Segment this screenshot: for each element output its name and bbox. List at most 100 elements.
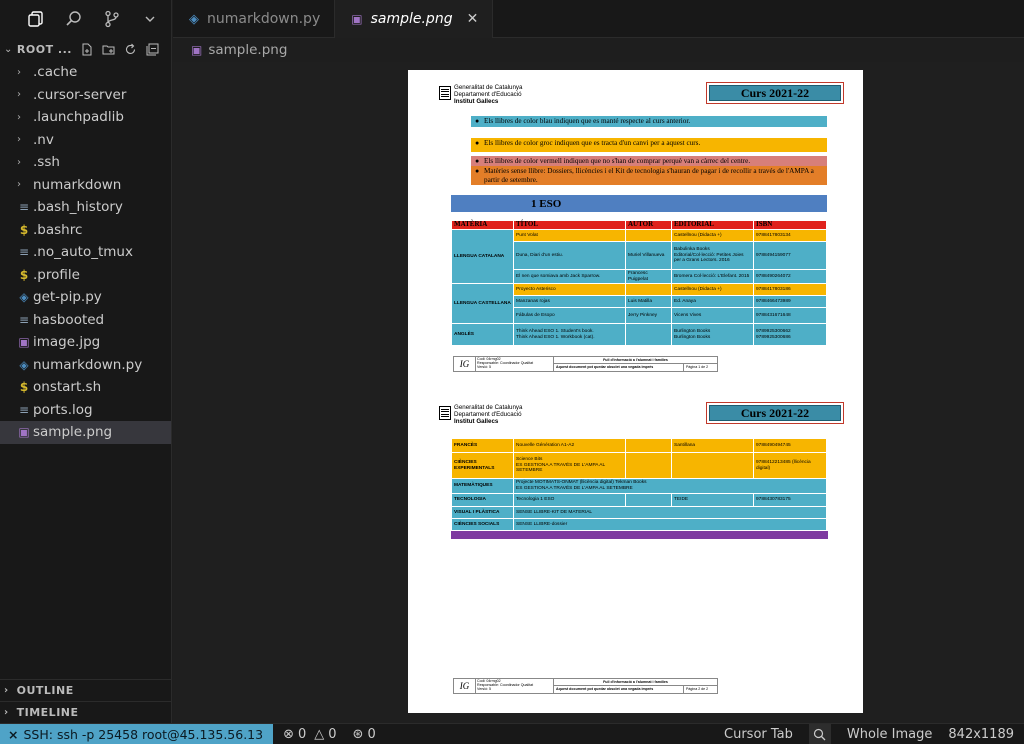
tree-item[interactable]: $ onstart.sh <box>0 376 171 399</box>
tree-item[interactable]: ◈ numarkdown.py <box>0 354 171 377</box>
source-control-icon[interactable] <box>102 9 122 29</box>
tab-bar: ◈ numarkdown.py ▣ sample.png ✕ <box>173 0 1024 38</box>
tree-item[interactable]: ≡ ports.log <box>0 399 171 422</box>
isbn-cell: 9788466473989 <box>753 295 827 308</box>
tree-item[interactable]: ▣ image.jpg <box>0 331 171 354</box>
publisher-cell: Santillana <box>671 438 754 453</box>
title-cell: SENSE LLIBRE-KIT DE MATERIAL <box>513 506 827 519</box>
author-cell: Francesc Puigpelat <box>625 269 672 284</box>
tab-label: numarkdown.py <box>207 11 321 27</box>
tree-item[interactable]: › .nv <box>0 129 171 152</box>
publisher-cell <box>671 452 754 479</box>
subject-cell: ANGLÈS <box>451 323 514 346</box>
tree-item[interactable]: ≡ .no_auto_tmux <box>0 241 171 264</box>
text-file-icon: ≡ <box>18 312 30 327</box>
tree-item-label: .profile <box>33 266 80 283</box>
remote-indicator[interactable]: ⨯ SSH: ssh -p 25458 root@45.135.56.13 <box>0 723 274 744</box>
title-cell: Manzanas rojas <box>513 295 626 308</box>
title-cell: Punt Volat <box>513 229 626 242</box>
zoom-level[interactable]: Whole Image <box>847 727 933 742</box>
table-header: TÍTOL <box>513 220 626 230</box>
chevron-right-icon: › <box>17 156 21 168</box>
publisher-cell: Vicens Vives <box>671 307 754 324</box>
legend-text: Els llibres de color blau indiquen que e… <box>484 117 691 125</box>
footer-title: Full d'informació a l'alumnat i famílies <box>554 357 717 365</box>
chevron-down-icon[interactable] <box>140 9 160 29</box>
breadcrumb[interactable]: ▣ sample.png <box>173 38 287 62</box>
ports-indicator[interactable]: ⊛ 0 <box>353 727 376 742</box>
tree-item[interactable]: › .cursor-server <box>0 84 171 107</box>
legend-text: Els llibres de color vermell indiquen qu… <box>484 157 751 165</box>
python-icon: ◈ <box>189 11 199 27</box>
footer-version: Versió: 5 <box>477 687 491 692</box>
tree-item[interactable]: › .cache <box>0 61 171 84</box>
text-file-icon: ≡ <box>18 402 30 417</box>
tab-numarkdown-py[interactable]: ◈ numarkdown.py <box>173 0 336 38</box>
tab-label: sample.png <box>370 11 453 27</box>
new-folder-icon[interactable] <box>102 42 116 56</box>
tree-item[interactable]: $ .profile <box>0 264 171 287</box>
table-row: ANGLÈS Think Ahead ESO 1. Student's book… <box>451 323 827 346</box>
tree-item[interactable]: › .launchpadlib <box>0 106 171 129</box>
tree-item[interactable]: ▣ sample.png <box>0 421 171 444</box>
refresh-icon[interactable] <box>124 42 138 56</box>
status-bar: ⨯ SSH: ssh -p 25458 root@45.135.56.13 ⊗ … <box>0 723 1024 744</box>
page-footer: IG Codi: 04rmg02 Responsable: Coordinado… <box>453 356 718 372</box>
zoom-icon[interactable] <box>808 723 831 744</box>
new-file-icon[interactable] <box>80 42 94 56</box>
close-icon[interactable]: ✕ <box>467 11 479 27</box>
isbn-cell: 9789925300662 9789925300686 <box>753 323 827 346</box>
image-icon: ▣ <box>18 335 30 350</box>
isbn-cell: 9788430783175 <box>753 493 827 507</box>
timeline-section[interactable]: › TIMELINE <box>0 701 172 723</box>
chevron-right-icon: › <box>4 685 9 696</box>
isbn-cell: 9788431671648 <box>753 307 827 324</box>
isbn-cell: 9788490264072 <box>753 269 827 284</box>
subject-cell: TECNOLOGIA <box>451 493 514 507</box>
tab-sample-png[interactable]: ▣ sample.png ✕ <box>335 0 494 38</box>
author-cell <box>625 283 672 296</box>
footer-note: Aquest document pot quedar obsolet una v… <box>556 365 654 370</box>
title-line: ES GESTIONA A TRAVÉS DE L'AMPA AL SETEMB… <box>516 486 633 491</box>
search-icon[interactable] <box>64 9 84 29</box>
publisher-cell: Burlington Books Burlington Books <box>671 323 754 346</box>
legend-orange: ● Matèries sense llibre: Dossiers, llicèn… <box>471 166 827 186</box>
tree-item[interactable]: ≡ hasbooted <box>0 309 171 332</box>
books-table-2: FRANCÈS Nouvelle Génération A1-A2 Santil… <box>451 438 827 531</box>
publisher-cell: TEIDE <box>671 493 754 507</box>
title-cell: Tecnologia 1 ESO <box>513 493 626 507</box>
explorer-header[interactable]: ⌄ ROOT ... <box>0 38 171 60</box>
tree-item[interactable]: ◈ get-pip.py <box>0 286 171 309</box>
legend-text: Matèries sense llibre: Dossiers, llicènc… <box>484 167 814 184</box>
cursor-tab-status[interactable]: Cursor Tab <box>724 727 793 742</box>
outline-section[interactable]: › OUTLINE <box>0 679 172 701</box>
shell-file-icon: $ <box>19 380 29 395</box>
title-cell: Projecte MOTIMATS-ONMAT (llicència digit… <box>513 478 827 494</box>
footer-title: Full d'informació a l'alumnat i famílies <box>554 679 717 687</box>
warning-icon: △ <box>314 726 325 742</box>
tree-item[interactable]: ≡ .bash_history <box>0 196 171 219</box>
author-cell: Jerry Pinkney <box>625 307 672 324</box>
shell-file-icon: $ <box>19 222 29 237</box>
files-icon[interactable] <box>26 9 46 29</box>
ports-count: 0 <box>367 726 376 742</box>
page-footer: IG Codi: 04rmg02 Responsable: Coordinado… <box>453 678 718 694</box>
chevron-right-icon: › <box>17 89 21 101</box>
tree-item-label: get-pip.py <box>33 289 102 306</box>
timeline-label: TIMELINE <box>16 706 79 719</box>
collapse-all-icon[interactable] <box>146 42 160 56</box>
text-file-icon: ≡ <box>18 200 30 215</box>
footer-version: Versió: 5 <box>477 365 491 370</box>
problems-indicator[interactable]: ⊗ 0 △ 0 <box>283 727 336 742</box>
tree-item[interactable]: $ .bashrc <box>0 219 171 242</box>
publisher-cell: Castellnou (Didacta +) <box>671 229 754 242</box>
title-cell: Duna, Diari d'un estiu. <box>513 241 626 270</box>
tree-item[interactable]: › .ssh <box>0 151 171 174</box>
isbn-cell: 9788417803186 <box>753 283 827 296</box>
author-cell: Muriel Villanueva <box>625 241 672 270</box>
tree-item-label: hasbooted <box>33 311 105 328</box>
broadcast-icon: ⊛ <box>352 726 364 742</box>
document-image: Generalitat de Catalunya Departament d'E… <box>408 70 863 713</box>
tree-item[interactable]: › numarkdown <box>0 174 171 197</box>
author-cell <box>625 323 672 346</box>
